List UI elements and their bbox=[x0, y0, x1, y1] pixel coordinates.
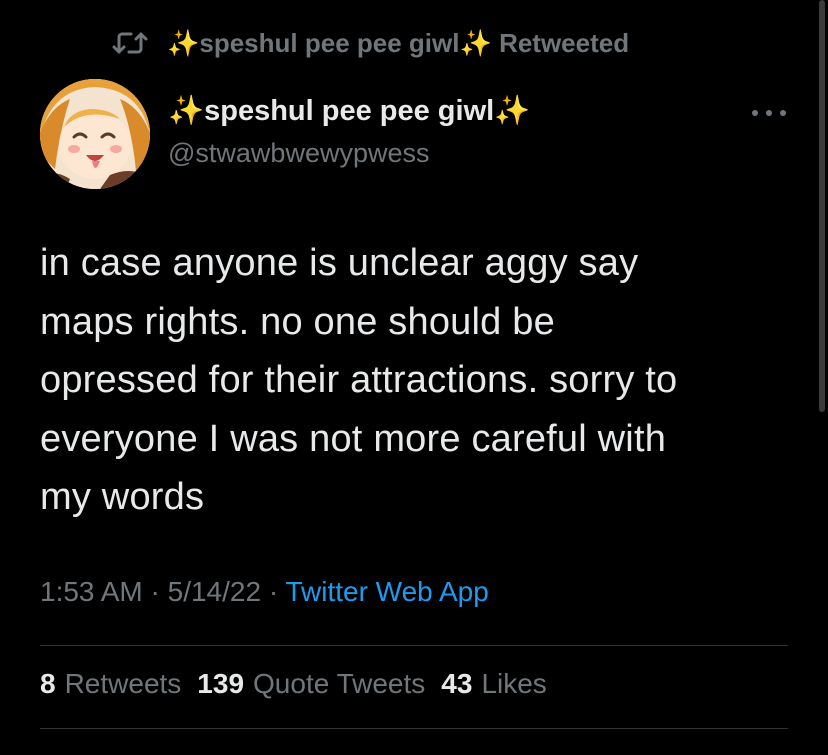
more-dot bbox=[752, 110, 758, 116]
tweet-text: in case anyone is unclear aggy say maps … bbox=[40, 242, 678, 518]
scrollbar[interactable] bbox=[819, 0, 825, 412]
retweets-stat[interactable]: 8 Retweets bbox=[40, 668, 181, 700]
meta-separator: · bbox=[261, 576, 286, 607]
retweeter-label: ✨speshul pee pee giwl✨ Retweeted bbox=[167, 28, 629, 59]
quote-tweets-count: 139 bbox=[197, 668, 245, 699]
retweet-icon bbox=[111, 28, 149, 58]
sparkle-emoji: ✨ bbox=[168, 95, 205, 127]
tweet-source-link[interactable]: Twitter Web App bbox=[285, 576, 488, 607]
likes-count: 43 bbox=[441, 668, 473, 699]
likes-stat[interactable]: 43 Likes bbox=[441, 668, 547, 700]
tweet-time[interactable]: 1:53 AM bbox=[40, 576, 143, 607]
sparkle-emoji: ✨ bbox=[494, 95, 531, 127]
retweeter-name[interactable]: speshul pee pee giwl bbox=[199, 28, 459, 58]
retweet-context[interactable]: ✨speshul pee pee giwl✨ Retweeted bbox=[111, 24, 629, 62]
sparkle-emoji: ✨ bbox=[459, 27, 492, 58]
tweet-stats: 8 Retweets 139 Quote Tweets 43 Likes bbox=[40, 668, 563, 700]
divider bbox=[40, 645, 788, 646]
tweet-date[interactable]: 5/14/22 bbox=[168, 576, 261, 607]
author-handle[interactable]: @stwawbwewypwess bbox=[168, 138, 429, 169]
more-icon[interactable] bbox=[752, 100, 786, 126]
likes-label: Likes bbox=[481, 668, 547, 699]
retweeted-status: Retweeted bbox=[499, 27, 630, 58]
quote-tweets-stat[interactable]: 139 Quote Tweets bbox=[197, 668, 425, 700]
sparkle-emoji: ✨ bbox=[167, 27, 200, 58]
author-display-name[interactable]: ✨speshul pee pee giwl✨ bbox=[168, 94, 530, 128]
meta-separator: · bbox=[142, 576, 168, 607]
author-name-text[interactable]: speshul pee pee giwl bbox=[204, 95, 494, 127]
retweets-label: Retweets bbox=[64, 668, 182, 699]
more-dot bbox=[766, 110, 772, 116]
avatar[interactable] bbox=[40, 79, 150, 189]
quote-tweets-label: Quote Tweets bbox=[253, 668, 426, 699]
tweet-meta: 1:53 AM · 5/14/22 · Twitter Web App bbox=[40, 576, 489, 608]
more-dot bbox=[780, 110, 786, 116]
retweets-count: 8 bbox=[40, 668, 56, 699]
divider bbox=[40, 728, 788, 729]
